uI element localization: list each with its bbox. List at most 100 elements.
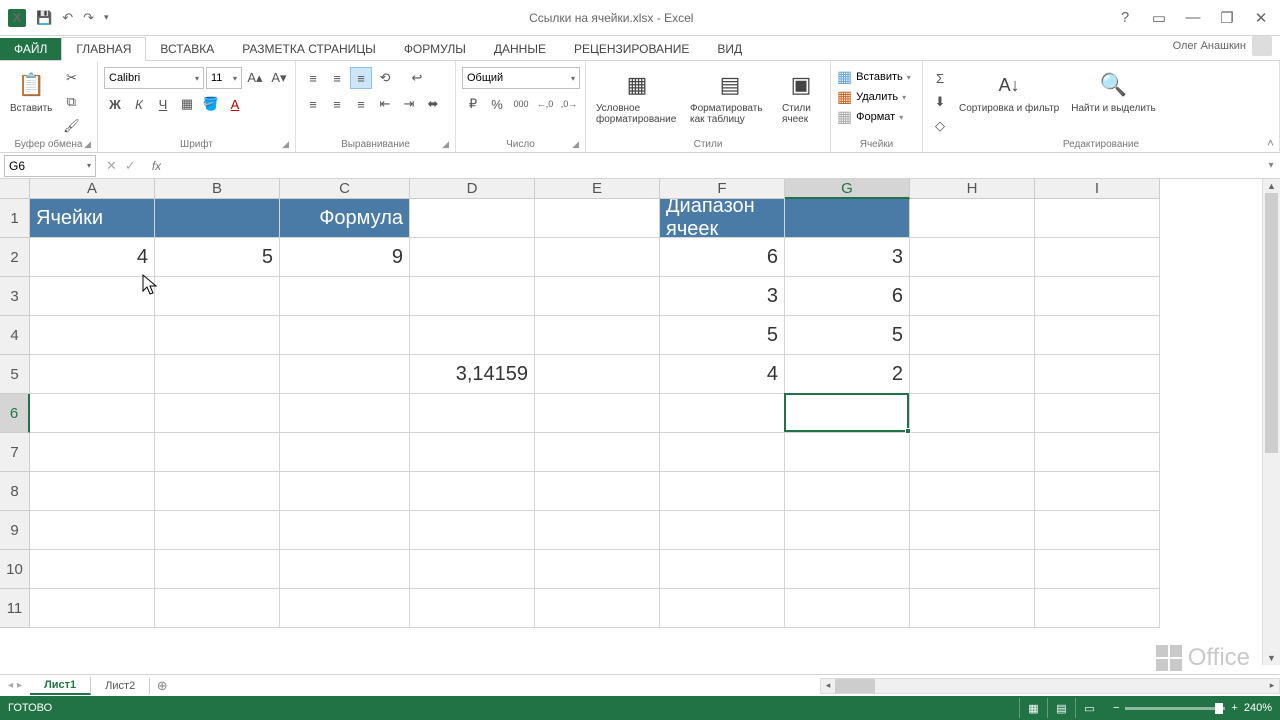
font-size-combo[interactable]: 11▾	[206, 67, 242, 89]
zoom-out-icon[interactable]: −	[1113, 702, 1119, 714]
cell[interactable]: Диапазон ячеек	[660, 199, 785, 238]
cell[interactable]	[785, 589, 910, 628]
cell[interactable]	[1035, 394, 1160, 433]
align-right-icon[interactable]: ≡	[350, 93, 372, 115]
scroll-thumb[interactable]	[835, 679, 875, 693]
zoom-level[interactable]: 240%	[1244, 702, 1272, 714]
name-box[interactable]: G6▾	[4, 155, 96, 177]
clear-icon[interactable]: ◇	[929, 115, 951, 137]
increase-font-icon[interactable]: A▴	[244, 67, 266, 89]
number-format-combo[interactable]: Общий▾	[462, 67, 580, 89]
row-header[interactable]: 7	[0, 433, 30, 472]
cell[interactable]	[660, 589, 785, 628]
cell[interactable]: 5	[785, 316, 910, 355]
format-painter-icon[interactable]: 🖌	[60, 115, 82, 137]
cell[interactable]	[280, 316, 410, 355]
sort-filter-button[interactable]: A↓Сортировка и фильтр	[955, 67, 1063, 116]
insert-cells-icon[interactable]: ▦	[837, 67, 852, 87]
increase-decimal-icon[interactable]: ←,0	[534, 93, 556, 115]
cell[interactable]: 5	[660, 316, 785, 355]
cell[interactable]: 2	[785, 355, 910, 394]
format-as-table-button[interactable]: ▤Форматировать как таблицу	[686, 67, 774, 127]
row-header[interactable]: 6	[0, 394, 30, 433]
cell[interactable]	[155, 511, 280, 550]
scroll-thumb[interactable]	[1265, 193, 1278, 453]
cell[interactable]	[1035, 511, 1160, 550]
cell[interactable]	[910, 511, 1035, 550]
enter-formula-icon[interactable]: ✓	[125, 158, 136, 174]
autosum-icon[interactable]: Σ	[929, 67, 951, 89]
row-header[interactable]: 5	[0, 355, 30, 394]
vertical-scrollbar[interactable]: ▲ ▼	[1262, 179, 1280, 665]
cut-icon[interactable]: ✂	[60, 67, 82, 89]
tab-home[interactable]: ГЛАВНАЯ	[61, 37, 146, 61]
cell[interactable]	[660, 511, 785, 550]
cancel-formula-icon[interactable]: ✕	[106, 158, 117, 174]
cell[interactable]	[660, 394, 785, 433]
font-color-icon[interactable]: A	[224, 93, 246, 115]
copy-icon[interactable]: ⧉	[60, 91, 82, 113]
cell[interactable]	[410, 238, 535, 277]
tab-data[interactable]: ДАННЫЕ	[480, 38, 560, 60]
cell[interactable]	[30, 511, 155, 550]
cell[interactable]	[535, 199, 660, 238]
dialog-launcher-icon[interactable]: ◢	[442, 139, 449, 150]
tab-file[interactable]: ФАЙЛ	[0, 38, 61, 60]
cell[interactable]	[910, 433, 1035, 472]
cell[interactable]	[910, 550, 1035, 589]
cell[interactable]	[785, 550, 910, 589]
tab-formulas[interactable]: ФОРМУЛЫ	[390, 38, 480, 60]
cell[interactable]: 4	[30, 238, 155, 277]
scroll-up-icon[interactable]: ▲	[1263, 179, 1280, 193]
cell[interactable]	[280, 394, 410, 433]
row-header[interactable]: 11	[0, 589, 30, 628]
decrease-font-icon[interactable]: A▾	[268, 67, 290, 89]
column-header[interactable]: H	[910, 179, 1035, 199]
align-middle-icon[interactable]: ≡	[326, 67, 348, 89]
comma-icon[interactable]: 000	[510, 93, 532, 115]
conditional-formatting-button[interactable]: ▦Условное форматирование	[592, 67, 682, 127]
cell[interactable]	[410, 199, 535, 238]
cell[interactable]	[535, 316, 660, 355]
cell[interactable]	[910, 277, 1035, 316]
cell[interactable]	[1035, 433, 1160, 472]
insert-cells-button[interactable]: Вставить	[856, 71, 903, 83]
delete-cells-icon[interactable]: ▦	[837, 87, 852, 107]
wrap-text-icon[interactable]: ↩	[406, 67, 428, 89]
fx-icon[interactable]: fx	[146, 159, 167, 173]
cell[interactable]	[1035, 238, 1160, 277]
zoom-slider[interactable]	[1125, 707, 1225, 710]
italic-icon[interactable]: К	[128, 93, 150, 115]
expand-formula-bar-icon[interactable]: ▾	[1262, 160, 1280, 171]
borders-icon[interactable]: ▦	[176, 93, 198, 115]
cell[interactable]	[910, 238, 1035, 277]
ribbon-options-icon[interactable]: ▭	[1148, 9, 1170, 27]
view-page-break-icon[interactable]: ▭	[1075, 698, 1103, 718]
align-left-icon[interactable]: ≡	[302, 93, 324, 115]
formula-input[interactable]	[167, 155, 1262, 177]
increase-indent-icon[interactable]: ⇥	[398, 93, 420, 115]
cell[interactable]	[535, 277, 660, 316]
add-sheet-icon[interactable]: ⊕	[150, 678, 174, 694]
fill-color-icon[interactable]: 🪣	[200, 93, 222, 115]
cell[interactable]	[785, 511, 910, 550]
cell[interactable]	[535, 511, 660, 550]
scroll-right-icon[interactable]: ▸	[1265, 680, 1279, 691]
column-header[interactable]: G	[785, 179, 910, 199]
cell[interactable]	[155, 277, 280, 316]
help-icon[interactable]: ?	[1114, 9, 1136, 26]
cell[interactable]	[30, 433, 155, 472]
cell[interactable]	[910, 199, 1035, 238]
accounting-icon[interactable]: ₽	[462, 93, 484, 115]
cell[interactable]	[1035, 550, 1160, 589]
collapse-ribbon-icon[interactable]: ˄	[1267, 136, 1274, 150]
tab-review[interactable]: РЕЦЕНЗИРОВАНИЕ	[560, 38, 703, 60]
column-header[interactable]: C	[280, 179, 410, 199]
user-account[interactable]: Олег Анашкин	[1165, 32, 1280, 60]
cell[interactable]	[785, 472, 910, 511]
cell[interactable]	[30, 550, 155, 589]
delete-cells-button[interactable]: Удалить	[856, 91, 898, 103]
cell[interactable]: 3,14159	[410, 355, 535, 394]
scroll-down-icon[interactable]: ▼	[1263, 651, 1280, 665]
cell[interactable]	[280, 550, 410, 589]
